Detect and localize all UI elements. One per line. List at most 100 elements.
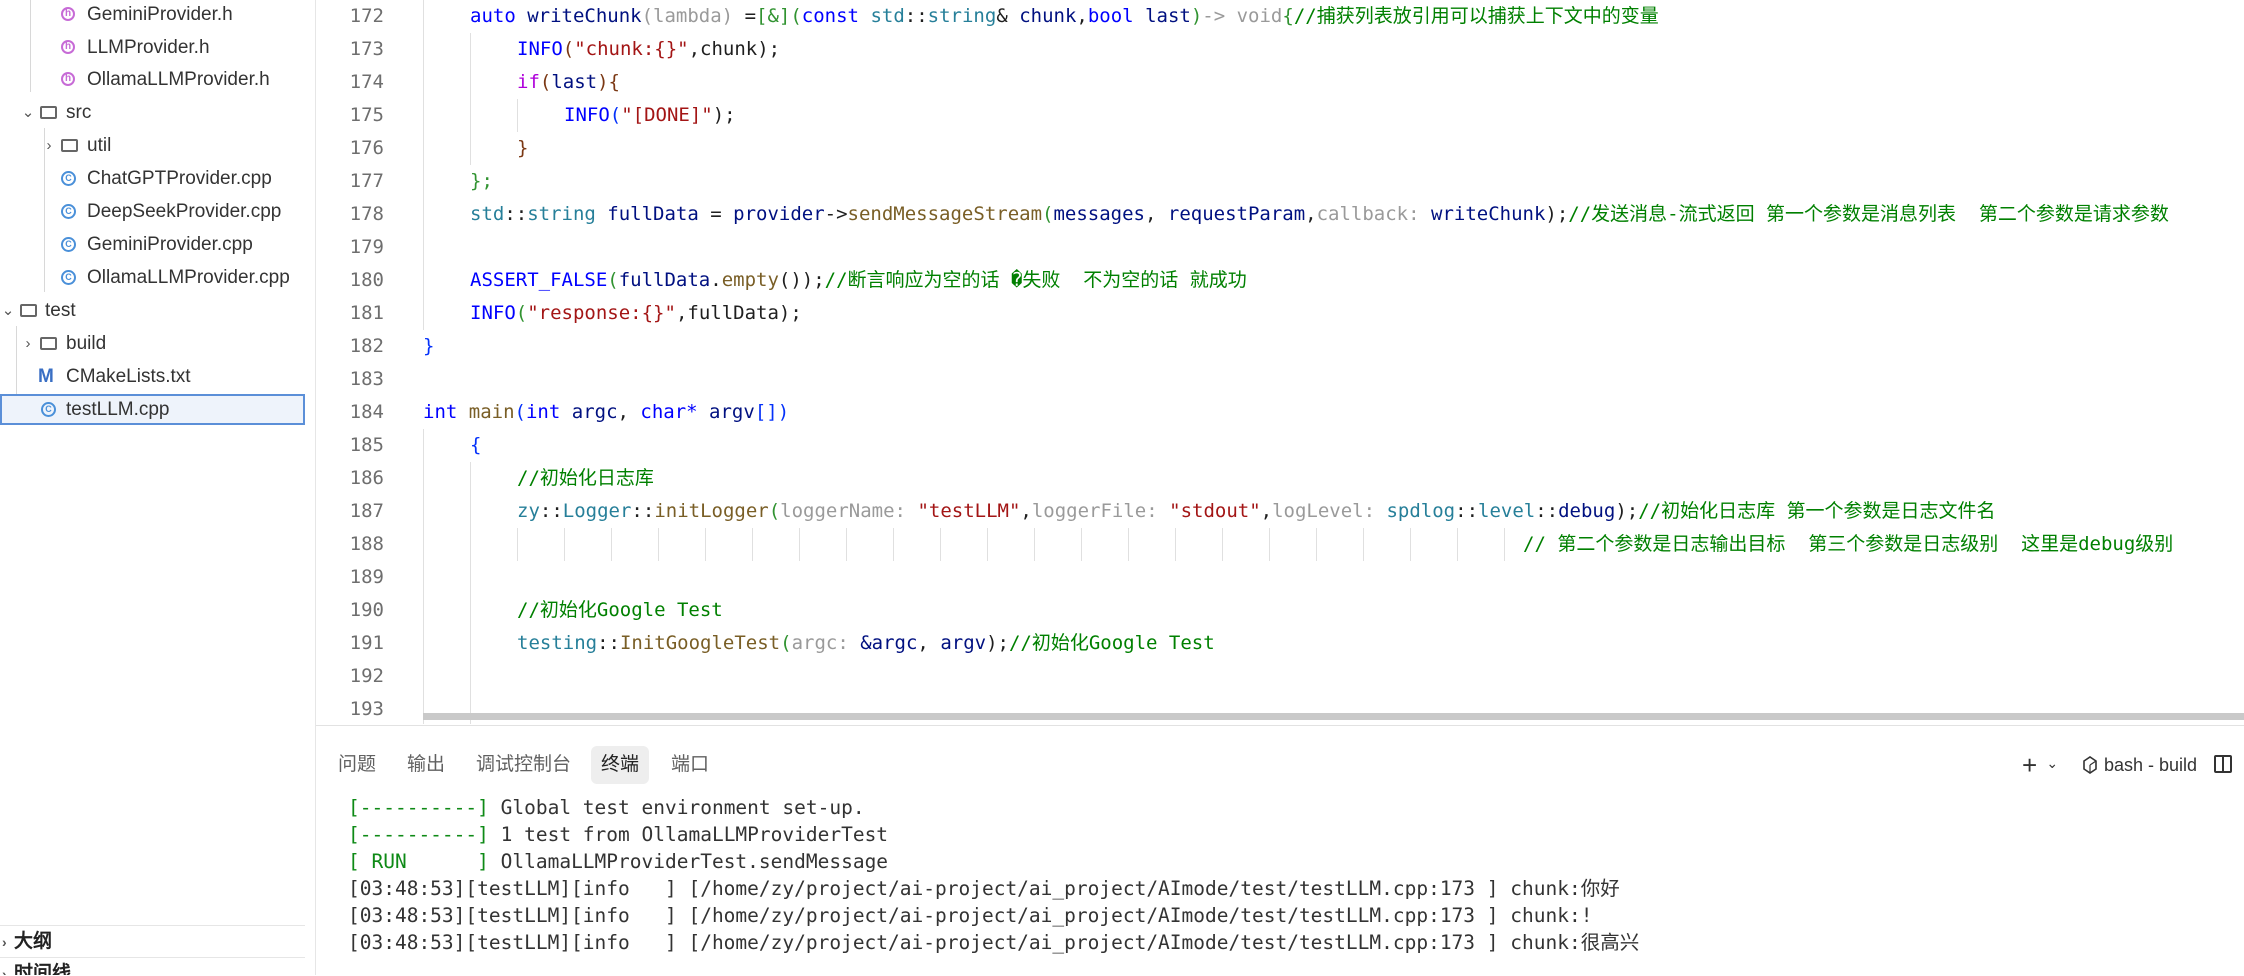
tab-terminal[interactable]: 终端	[591, 746, 650, 784]
file-cmakelists[interactable]: M CMakeLists.txt	[0, 361, 305, 392]
code-token: (	[514, 401, 526, 423]
code-comment: //发送消息-流式返回 第一个参数是消息列表 第二个参数是请求参数	[1568, 203, 2169, 225]
line-number: 191	[349, 632, 384, 654]
plus-icon: +	[2022, 750, 2038, 780]
whitespace-guide	[564, 528, 565, 561]
cpp-file-icon: C	[61, 237, 76, 252]
code-line-174[interactable]: if(last){	[517, 66, 620, 99]
code-token: const	[801, 5, 859, 27]
code-token: );	[986, 632, 1009, 654]
code-token: ::	[904, 5, 928, 27]
line-number: 185	[349, 434, 384, 456]
whitespace-guide	[752, 528, 753, 561]
code-line-180[interactable]: ASSERT_FALSE(fullData.empty());//断言响应为空的…	[470, 264, 1247, 297]
folder-test[interactable]: ⌄ test	[0, 295, 305, 326]
whitespace-guide	[611, 528, 612, 561]
folder-util[interactable]: › util	[0, 130, 305, 161]
code-token: )	[1190, 5, 1203, 27]
line-number: 184	[349, 401, 384, 423]
cmake-file-icon: M	[38, 366, 54, 387]
file-llm-provider-h[interactable]: h LLMProvider.h	[0, 32, 305, 63]
file-testllm-cpp[interactable]: C testLLM.cpp	[0, 394, 305, 425]
code-token: std	[870, 5, 905, 27]
code-token: (	[609, 104, 622, 126]
file-ollama-llm-provider-cpp[interactable]: C OllamaLLMProvider.cpp	[0, 262, 305, 293]
code-line-191[interactable]: testing::InitGoogleTest(argc: &argc, arg…	[517, 627, 1215, 660]
inlay-hint: logLevel:	[1272, 500, 1376, 522]
code-token: auto	[470, 5, 516, 27]
code-line-177[interactable]: };	[470, 165, 493, 198]
header-file-icon: h	[61, 40, 75, 54]
code-line-178[interactable]: std::string fullData = provider->sendMes…	[470, 198, 2169, 231]
terminal-name-label: bash - build	[2104, 755, 2198, 775]
line-number: 172	[349, 5, 384, 27]
inlay-hint: -> void	[1202, 5, 1283, 27]
code-token: empty	[721, 269, 779, 291]
code-token: main	[457, 401, 515, 423]
code-line-181[interactable]: INFO("response:{}",fullData);	[470, 297, 802, 330]
split-terminal-icon[interactable]	[2214, 755, 2232, 773]
code-token: writeChunk	[1419, 203, 1546, 225]
code-token: &	[996, 5, 1020, 27]
tab-ports[interactable]: 端口	[661, 746, 719, 784]
file-ollama-llm-provider-h[interactable]: h OllamaLLMProvider.h	[0, 64, 305, 95]
file-gemini-provider-cpp[interactable]: C GeminiProvider.cpp	[0, 229, 305, 260]
file-deepseek-provider-cpp[interactable]: C DeepSeekProvider.cpp	[0, 196, 305, 227]
code-token: (	[768, 500, 781, 522]
code-line-172[interactable]: auto writeChunk(lambda) =[&](const std::…	[470, 0, 1659, 33]
code-string: "response:{}"	[527, 302, 676, 324]
code-line-187[interactable]: zy::Logger::initLogger(loggerName: "test…	[517, 495, 1996, 528]
code-token: InitGoogleTest	[619, 632, 781, 654]
inlay-hint: callback:	[1316, 203, 1420, 225]
outline-section[interactable]: › 大纲	[0, 925, 305, 958]
code-line-185[interactable]: {	[470, 429, 481, 462]
code-line-176[interactable]: }	[517, 132, 528, 165]
line-number: 192	[349, 665, 384, 687]
code-token: argc	[560, 401, 618, 423]
folder-build[interactable]: › build	[0, 328, 305, 359]
tab-output[interactable]: 输出	[397, 746, 455, 784]
code-line-186[interactable]: //初始化日志库	[517, 462, 654, 495]
code-token: ());	[778, 269, 825, 291]
code-line-190[interactable]: //初始化Google Test	[517, 594, 723, 627]
header-file-icon: h	[61, 72, 75, 86]
code-token: spdlog	[1375, 500, 1456, 522]
terminal-line: [03:48:53][testLLM][info ] [/home/zy/pro…	[348, 904, 1593, 927]
code-token: &argc	[848, 632, 918, 654]
code-token: INFO	[564, 104, 610, 126]
timeline-section[interactable]: › 时间线	[0, 957, 305, 975]
tab-problems[interactable]: 问题	[328, 746, 386, 784]
code-line-175[interactable]: INFO("[DONE]");	[564, 99, 736, 132]
file-label: OllamaLLMProvider.cpp	[87, 267, 290, 288]
terminal-selector[interactable]: bash - build	[2082, 746, 2197, 784]
whitespace-guide	[658, 528, 659, 561]
tab-debug-console[interactable]: 调试控制台	[466, 746, 581, 784]
code-line-188[interactable]: // 第二个参数是日志输出目标 第三个参数是日志级别 这里是debug级别	[1523, 528, 2173, 561]
line-number: 188	[349, 533, 384, 555]
file-gemini-provider-h[interactable]: h GeminiProvider.h	[0, 0, 305, 30]
code-string: "[DONE]"	[621, 104, 713, 126]
code-line-184[interactable]: int main(int argc, char* argv[])	[423, 396, 789, 429]
cpp-file-icon: C	[61, 171, 76, 186]
whitespace-guide	[893, 528, 894, 561]
whitespace-guide	[940, 528, 941, 561]
code-token: string	[927, 5, 997, 27]
folder-src[interactable]: ⌄ src	[0, 97, 305, 128]
horizontal-scrollbar[interactable]	[423, 713, 2244, 720]
code-token: zy	[517, 500, 540, 522]
inlay-hint: argc:	[791, 632, 849, 654]
code-editor[interactable]: 172 173 174 175 176 177 178 179 180 181 …	[316, 0, 2244, 724]
whitespace-guide	[1316, 528, 1317, 561]
code-comment: //初始化Google Test	[517, 599, 723, 621]
code-token: ->	[824, 203, 848, 225]
code-token: argv	[940, 632, 987, 654]
code-token: ::	[1535, 500, 1559, 522]
code-token: last	[1133, 5, 1191, 27]
new-terminal-button[interactable]: + ⌄	[2022, 746, 2058, 784]
whitespace-guide	[987, 528, 988, 561]
file-chatgpt-provider-cpp[interactable]: C ChatGPTProvider.cpp	[0, 163, 305, 194]
code-comment: //断言响应为空的话 �失败 不为空的话 就成功	[824, 269, 1247, 291]
file-label: LLMProvider.h	[87, 37, 210, 58]
code-line-173[interactable]: INFO("chunk:{}",chunk);	[517, 33, 780, 66]
code-line-182[interactable]: }	[423, 330, 434, 363]
